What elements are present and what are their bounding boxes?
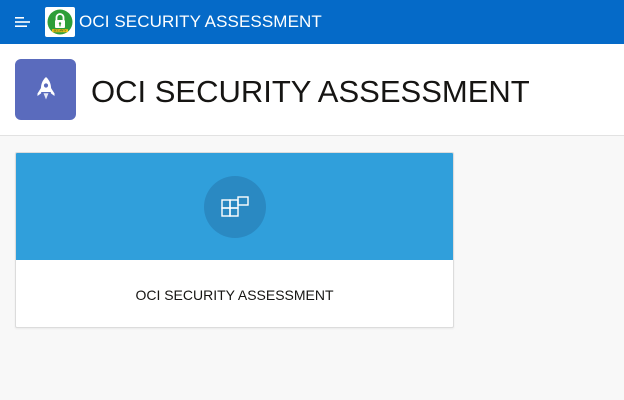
logo-security-text: SECURITY [53, 29, 66, 33]
card-label: OCI SECURITY ASSESSMENT [135, 286, 334, 303]
card-icon-circle [203, 175, 266, 238]
app-card[interactable]: OCI SECURITY ASSESSMENT [15, 152, 454, 328]
hamburger-menu-icon [15, 17, 30, 27]
hero-icon-tile [15, 59, 76, 120]
rocket-icon [37, 76, 54, 99]
page-title: OCI SECURITY ASSESSMENT [91, 74, 530, 109]
hamburger-menu-button[interactable] [6, 0, 40, 44]
page-hero: OCI SECURITY ASSESSMENT [0, 44, 624, 136]
top-navigation-bar: SECURITY OCI SECURITY ASSESSMENT [0, 0, 624, 44]
app-title-link[interactable]: OCI SECURITY ASSESSMENT [79, 12, 322, 32]
grid-layout-icon [220, 195, 249, 217]
security-lock-icon: SECURITY [47, 9, 73, 35]
card-banner [16, 153, 453, 260]
app-logo[interactable]: SECURITY [45, 7, 75, 37]
